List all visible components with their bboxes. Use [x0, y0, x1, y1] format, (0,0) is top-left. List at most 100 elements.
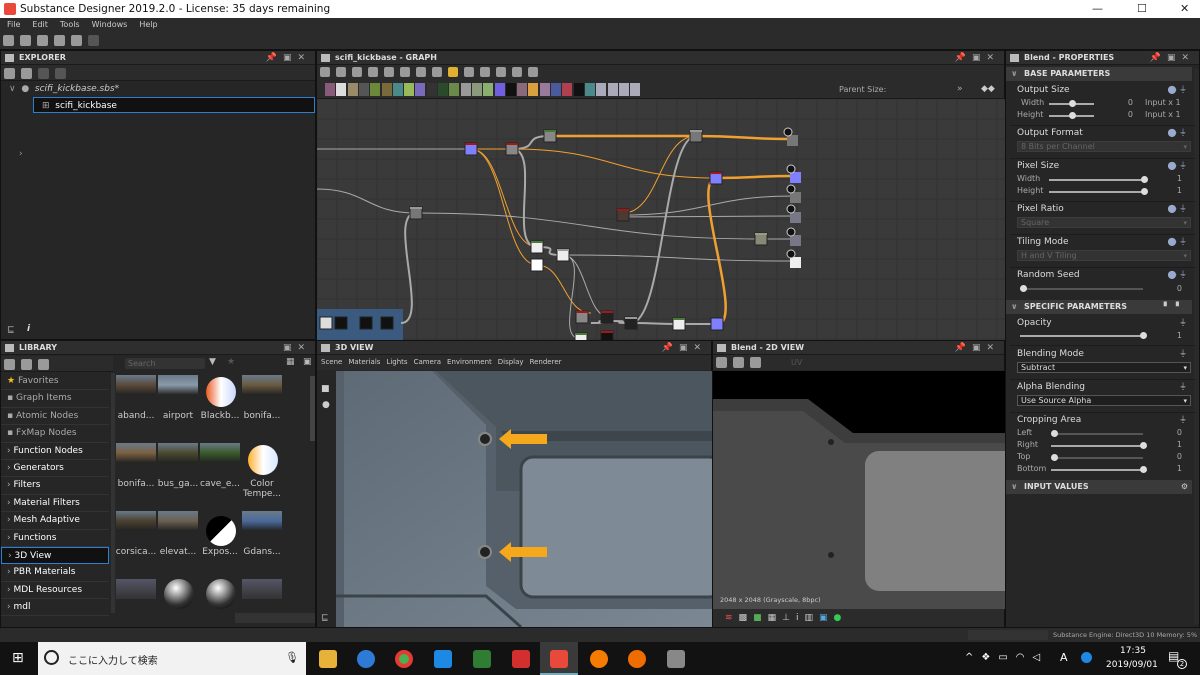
windows-start-icon[interactable]: ⊞	[12, 650, 24, 666]
vim-icon[interactable]	[473, 650, 491, 668]
param-function-icons[interactable]: ⬤̶ ⏚	[1168, 236, 1188, 247]
3d-menu-camera[interactable]: Camera	[414, 358, 441, 366]
ime-indicator[interactable]: A	[1060, 651, 1068, 664]
output-node[interactable]	[787, 135, 798, 146]
library-item-label[interactable]: Color Tempe...	[238, 479, 286, 499]
save-icon[interactable]	[4, 68, 15, 79]
output-icon[interactable]	[786, 227, 796, 237]
clock-date[interactable]: 2019/09/01	[1106, 660, 1158, 670]
output-format-dropdown[interactable]: 8 Bits per Channel	[1017, 141, 1191, 152]
pixel-width-slider[interactable]	[1049, 176, 1148, 183]
library-thumbnail[interactable]	[242, 375, 282, 395]
explorer-tree-icon[interactable]: ⊑	[7, 325, 15, 335]
grid-view-icon[interactable]: ▦	[286, 357, 295, 367]
maximize-button[interactable]: ☐	[1137, 0, 1147, 18]
opacity-value[interactable]: 1	[1156, 331, 1182, 340]
output-icon[interactable]	[783, 127, 793, 137]
library-item-label[interactable]: elevat...	[154, 547, 202, 557]
account-icon[interactable]	[1081, 652, 1092, 663]
output-node[interactable]	[790, 257, 801, 268]
histogram-icon[interactable]: ▥	[804, 613, 819, 623]
add-library-icon[interactable]	[21, 359, 32, 370]
uv-dropdown[interactable]: UV	[791, 358, 802, 367]
minimize-button[interactable]: —	[1092, 0, 1103, 18]
library-thumbnail[interactable]	[158, 443, 198, 463]
library-category[interactable]: › Material Filters	[1, 495, 109, 513]
properties-scrollbar[interactable]	[1194, 69, 1199, 624]
new-package-icon[interactable]	[3, 35, 14, 46]
library-category[interactable]: ▪ Atomic Nodes	[1, 408, 109, 426]
atomic-node-button[interactable]	[347, 83, 358, 96]
menu-tools[interactable]: Tools	[60, 20, 80, 29]
align-icon[interactable]	[400, 67, 410, 77]
library-thumbnail[interactable]	[242, 579, 282, 599]
param-function-icons[interactable]: ⬤̶ ⏚	[1168, 160, 1188, 171]
tiling-icon[interactable]: ▦	[768, 613, 783, 623]
library-category[interactable]: › PBR Materials	[1, 564, 109, 582]
layers-icon[interactable]: ≋	[725, 613, 739, 623]
3d-menu-display[interactable]: Display	[498, 358, 524, 366]
atomic-node-button[interactable]	[551, 83, 561, 96]
library-item-label[interactable]: Expos...	[196, 547, 244, 557]
atomic-node-button[interactable]	[539, 83, 550, 96]
tray-icons[interactable]: ^❖▭◠◁	[965, 652, 1048, 663]
display-icon[interactable]: ▣	[819, 613, 834, 623]
gear-icon[interactable]: ⚙	[1181, 480, 1188, 494]
graph-node[interactable]	[334, 316, 348, 330]
new-folder-icon[interactable]	[4, 359, 15, 370]
3d-menu-materials[interactable]: Materials	[348, 358, 380, 366]
filter-icon[interactable]: ▼	[209, 357, 216, 367]
panel-controls[interactable]: 📌▣✕	[662, 341, 707, 355]
atomic-node-button[interactable]	[573, 83, 584, 96]
library-thumbnail[interactable]	[158, 511, 198, 531]
menu-file[interactable]: File	[7, 20, 20, 29]
random-seed-slider[interactable]	[1020, 285, 1143, 292]
publish-icon[interactable]	[38, 68, 49, 79]
expand-chevron-icon[interactable]: ›	[19, 149, 23, 159]
graph-node[interactable]	[319, 316, 333, 330]
crop-left-value[interactable]: 0	[1156, 428, 1182, 437]
graph-node[interactable]	[530, 258, 544, 272]
color-icon[interactable]: ●	[833, 613, 847, 623]
param-function-icons[interactable]: ⬤̶ ⏚	[1168, 203, 1188, 214]
library-item-label[interactable]: Blackb...	[196, 411, 244, 421]
node-link[interactable]	[630, 322, 680, 325]
atomic-node-button[interactable]	[438, 83, 448, 96]
mail-app-icon[interactable]	[357, 650, 375, 668]
atomic-node-button[interactable]	[460, 83, 471, 96]
library-thumbnail[interactable]	[242, 511, 282, 531]
channels-icon[interactable]: ■	[753, 613, 768, 623]
save-all-icon[interactable]	[54, 35, 65, 46]
atomic-node-button[interactable]	[426, 83, 437, 96]
tree-graph[interactable]: ⊞ scifi_kickbase	[33, 97, 315, 113]
search-icon[interactable]	[384, 67, 394, 77]
output-node[interactable]	[790, 212, 801, 223]
atomic-node-button[interactable]	[517, 83, 528, 96]
info-icon[interactable]: i	[27, 324, 30, 334]
crop-bottom-slider[interactable]	[1051, 466, 1147, 473]
output-icon[interactable]	[786, 164, 796, 174]
3d-menu-lights[interactable]: Lights	[386, 358, 407, 366]
screenshot-icon[interactable]	[352, 67, 362, 77]
taskbar-search[interactable]: ここに入力して検索 🎙	[38, 642, 306, 675]
pixel-width-value[interactable]: 1	[1156, 174, 1182, 183]
library-thumbnail[interactable]	[116, 375, 156, 395]
base-parameters-section[interactable]: ∨ BASE PARAMETERS	[1006, 67, 1192, 81]
atomic-node-button[interactable]	[449, 83, 460, 96]
library-category[interactable]: ▪ FxMap Nodes	[1, 425, 109, 443]
library-thumbnail[interactable]	[206, 377, 236, 407]
output-height-slider[interactable]	[1049, 112, 1094, 119]
graph-node[interactable]	[359, 316, 373, 330]
undo-icon[interactable]	[71, 35, 82, 46]
param-function-icons[interactable]: ⬤̶ ⏚	[1168, 84, 1188, 95]
panel-controls[interactable]: 📌▣✕	[266, 51, 311, 65]
library-category[interactable]: › 3D View	[1, 546, 109, 565]
camera-icon[interactable]: ■	[321, 384, 330, 394]
vscode-icon[interactable]	[434, 650, 452, 668]
menu-help[interactable]: Help	[139, 20, 157, 29]
library-category[interactable]: › MDL Resources	[1, 582, 109, 600]
2d-viewport[interactable]: 2048 x 2048 (Grayscale, 8bpc)	[713, 371, 1006, 609]
pick-icon[interactable]: ⊥	[782, 613, 796, 623]
grid-snap-icon[interactable]	[528, 67, 538, 77]
output-width-value[interactable]: 0	[1106, 98, 1133, 107]
